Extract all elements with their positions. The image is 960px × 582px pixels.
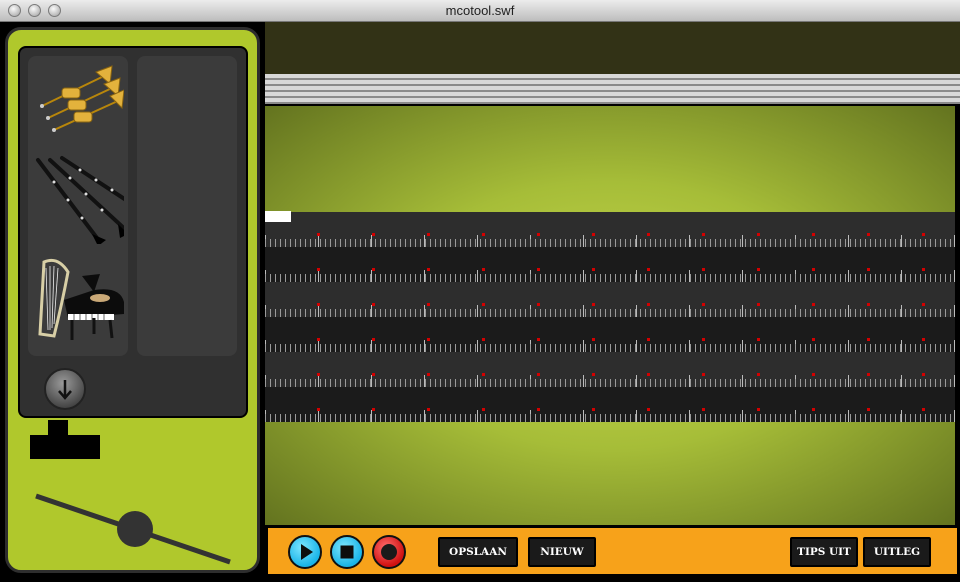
play-button[interactable] — [288, 535, 322, 569]
staff-lines — [265, 74, 960, 104]
bottom-toolbar: OPSLAAN NIEUW TIPS UIT UITLEG — [265, 525, 960, 577]
score-header — [265, 22, 960, 74]
track-5[interactable] — [265, 352, 955, 387]
track-list — [265, 212, 955, 422]
save-button[interactable]: OPSLAAN — [438, 537, 518, 567]
record-icon — [381, 544, 397, 560]
playhead[interactable] — [265, 211, 291, 222]
window-title: mcotool.swf — [445, 3, 515, 18]
harp-piano-icon[interactable] — [34, 254, 124, 344]
arrow-down-icon — [58, 380, 72, 400]
instrument-box — [18, 46, 248, 418]
track-3[interactable] — [265, 282, 955, 317]
track-1[interactable] — [265, 212, 955, 247]
record-button[interactable] — [372, 535, 406, 569]
tempo-slider[interactable] — [32, 480, 242, 570]
slider-knob[interactable] — [117, 511, 153, 547]
title-bar: mcotool.swf — [0, 0, 960, 22]
pedestal-base — [30, 435, 100, 459]
clarinets-icon[interactable] — [34, 154, 124, 244]
track-2[interactable] — [265, 247, 955, 282]
instrument-column-right — [137, 56, 237, 356]
stage-edge — [955, 106, 960, 525]
track-6[interactable] — [265, 387, 955, 422]
track-4[interactable] — [265, 317, 955, 352]
instrument-column-left — [28, 56, 128, 356]
explain-button[interactable]: UITLEG — [863, 537, 931, 567]
stop-button[interactable] — [330, 535, 364, 569]
new-button[interactable]: NIEUW — [528, 537, 596, 567]
instrument-panel — [5, 27, 260, 573]
download-button[interactable] — [44, 368, 86, 410]
stop-icon — [340, 545, 354, 559]
trumpets-icon[interactable] — [34, 58, 124, 148]
tips-off-button[interactable]: TIPS UIT — [790, 537, 858, 567]
play-icon — [301, 544, 313, 560]
